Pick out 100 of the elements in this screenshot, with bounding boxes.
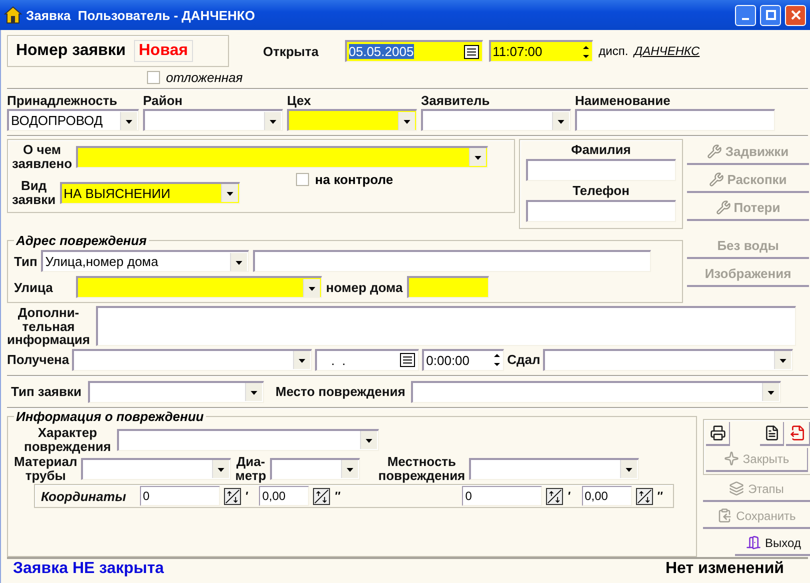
coordinate-unit: ''	[334, 489, 342, 504]
caret-icon	[244, 383, 262, 402]
house-number-label: номер дома	[326, 280, 403, 294]
calendar-icon	[464, 44, 479, 58]
date-field[interactable]: 05.05.2005	[344, 40, 483, 62]
coordinate-field[interactable]: 0	[140, 486, 220, 506]
phone-label: Телефон	[572, 183, 630, 198]
caret-icon	[620, 460, 638, 478]
caret-icon	[220, 184, 238, 202]
coordinate-field[interactable]: 0,00	[259, 486, 310, 506]
coordinates-label: Координаты	[41, 488, 128, 504]
coordinate-unit: '	[567, 489, 572, 504]
combo-box[interactable]	[421, 109, 571, 131]
coordinate-unit: '	[244, 489, 249, 504]
combo-box[interactable]: ВОДОПРОВОД	[7, 109, 139, 131]
window-title: Заявка Пользователь - ДАНЧЕНКО	[26, 8, 256, 22]
extra-info-field[interactable]	[96, 306, 796, 346]
coordinate-field[interactable]: 0	[462, 486, 542, 506]
opened-label: Открыта	[263, 44, 319, 58]
spinner-icon	[636, 488, 653, 505]
document-icon	[764, 424, 780, 441]
handed-label: Сдал	[507, 352, 540, 368]
spinner-icon	[546, 488, 564, 505]
combo-box[interactable]	[270, 458, 360, 480]
export-icon	[790, 424, 806, 441]
checkbox-label: отложенная	[166, 70, 243, 85]
wrench-icon	[709, 172, 724, 186]
minimize-button[interactable]	[735, 4, 756, 26]
time-field[interactable]: 0:00:00	[422, 348, 504, 371]
maximize-button[interactable]	[760, 4, 781, 26]
caret-icon	[469, 148, 486, 166]
caret-icon	[552, 112, 569, 130]
wrench-icon	[716, 200, 731, 214]
calendar-icon	[400, 353, 416, 368]
combo-box[interactable]	[116, 428, 379, 451]
combo-box[interactable]	[411, 380, 782, 403]
surname-label: Фамилия	[571, 142, 631, 157]
tool-button[interactable]	[760, 422, 784, 446]
checkbox[interactable]	[147, 71, 160, 84]
damage-title: Информация о повреждении	[15, 408, 205, 424]
tool-button[interactable]	[706, 422, 730, 446]
coordinate-field[interactable]: 0,00	[582, 486, 632, 506]
time-field[interactable]: 11:07:00	[488, 40, 593, 62]
close-button[interactable]	[785, 4, 806, 26]
caret-icon	[762, 383, 780, 402]
combo-box[interactable]	[81, 458, 232, 480]
spinner-icon	[224, 488, 241, 505]
combo-box[interactable]	[72, 348, 312, 371]
diameter-label: Диа- метр	[235, 455, 266, 482]
caret-icon	[212, 460, 230, 478]
burst-icon	[724, 451, 739, 466]
surname-field[interactable]	[526, 159, 676, 181]
caret-icon	[120, 112, 137, 130]
house-number-field[interactable]	[406, 276, 489, 298]
request-type-label: Тип заявки	[10, 384, 82, 400]
clipboard-icon	[717, 508, 732, 524]
damage-place-label: Место повреждения	[276, 384, 406, 400]
street-combo[interactable]	[76, 276, 322, 298]
app-icon	[4, 6, 22, 24]
street-label: Улица	[14, 280, 54, 294]
checkbox[interactable]	[296, 173, 309, 186]
pipe-material-label: Материал трубы	[14, 455, 78, 482]
extra-info-label: Дополни- тельная информация	[7, 306, 90, 347]
maximize-icon	[766, 10, 776, 20]
combo-box[interactable]: Улица,номер дома	[41, 250, 250, 272]
date-value: 05.05.2005	[348, 44, 414, 59]
caret-icon	[398, 112, 415, 130]
checkbox-label: на контроле	[315, 172, 394, 188]
phone-field[interactable]	[526, 200, 676, 222]
date-field[interactable]: . .	[315, 348, 420, 371]
combo-box[interactable]	[88, 380, 264, 403]
request-number-value: Новая	[134, 40, 193, 62]
combo-box[interactable]: НА ВЫЯСНЕНИИ	[60, 182, 240, 204]
door-icon	[746, 535, 762, 550]
caret-icon	[230, 252, 248, 270]
received-label: Получена	[7, 352, 70, 368]
text-field[interactable]	[253, 250, 652, 272]
claim-label: О чем заявлено	[12, 143, 72, 170]
minimize-icon	[742, 18, 750, 20]
combo-box[interactable]	[543, 348, 794, 371]
dispatcher-name: ДАНЧЕНКС	[634, 44, 700, 58]
status-right: Нет изменений	[665, 560, 784, 578]
caret-icon	[303, 278, 320, 296]
field-label: Принадлежность	[7, 93, 118, 108]
caret-icon	[264, 112, 281, 130]
text-field[interactable]	[575, 109, 775, 131]
field-label: Район	[143, 93, 184, 108]
caret-icon	[341, 460, 358, 478]
coordinate-unit: ''	[656, 489, 664, 504]
layers-icon	[729, 481, 744, 496]
combo-box[interactable]	[76, 146, 488, 168]
combo-box[interactable]	[469, 458, 640, 480]
damage-character-label: Характер повреждения	[24, 426, 111, 454]
combo-box[interactable]	[287, 109, 417, 131]
status-left: Заявка НЕ закрыта	[13, 560, 164, 578]
combo-box[interactable]	[143, 109, 283, 131]
caret-icon	[360, 431, 377, 450]
spinner-icon	[313, 488, 330, 505]
caret-icon	[293, 351, 310, 370]
request-kind-label: Вид заявки	[12, 179, 56, 207]
